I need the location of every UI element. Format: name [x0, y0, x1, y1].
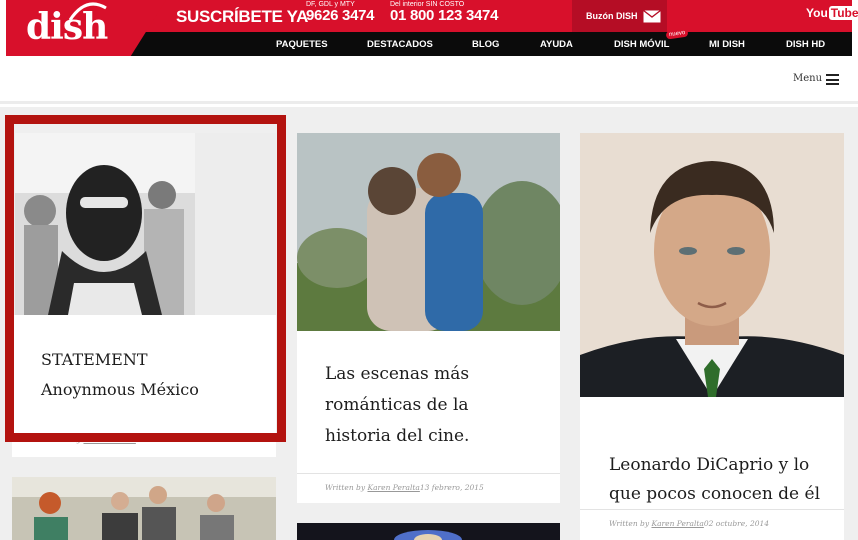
group-in-office-photo	[12, 477, 276, 540]
nav-blog[interactable]: BLOG	[472, 39, 499, 50]
post-card-movie[interactable]	[297, 523, 560, 540]
post-title-line2: románticas de la	[325, 395, 469, 415]
subscribe-cta[interactable]: SUSCRÍBETE YA	[176, 7, 308, 27]
post-title-line3: historia del cine.	[325, 426, 470, 446]
youtube-tube-label: Tube	[828, 6, 858, 20]
post-card-office-group[interactable]	[12, 477, 276, 540]
post-title-line1: Las escenas más	[325, 364, 470, 384]
post-title-line1: Leonardo DiCaprio y lo	[609, 455, 810, 475]
mailbox-button[interactable]: Buzón DISH	[572, 0, 667, 32]
post-author-link[interactable]: Karen Peralta	[651, 519, 703, 528]
phone-local-number[interactable]: 9626 3474	[306, 8, 375, 24]
nav-destacados[interactable]: DESTACADOS	[367, 39, 433, 50]
post-author-link[interactable]: Karen Peralta	[367, 483, 419, 492]
post-meta-prefix: Written by	[609, 519, 650, 528]
post-meta-prefix: Written by	[325, 483, 366, 492]
youtube-link[interactable]: You Tube	[806, 6, 858, 20]
card-divider	[297, 473, 560, 474]
post-card-dicaprio[interactable]: Leonardo DiCaprio y lo que pocos conocen…	[580, 133, 844, 540]
post-date: 02 octubre, 2014	[703, 519, 770, 528]
phone-toll-free-number[interactable]: 01 800 123 3474	[390, 8, 498, 24]
post-title-line2: que pocos conocen de él	[609, 484, 821, 504]
man-portrait-photo	[580, 133, 844, 397]
nav-paquetes[interactable]: PAQUETES	[276, 39, 328, 50]
nav-mi-dish[interactable]: MI DISH	[709, 39, 745, 50]
menu-label[interactable]: Menu	[793, 73, 822, 84]
movie-still-photo	[297, 523, 560, 540]
card-divider	[580, 509, 844, 510]
couple-kissing-in-rain-photo	[297, 133, 560, 331]
highlight-frame	[5, 115, 286, 442]
youtube-label: You	[806, 6, 828, 20]
mailbox-label: Buzón DISH	[586, 11, 638, 21]
main-nav: PAQUETES DESTACADOS BLOG AYUDA DISH MÓVI…	[126, 32, 852, 56]
menu-bar: Menu	[0, 58, 858, 104]
nav-dish-movil[interactable]: DISH MÓVIL	[614, 39, 669, 50]
post-date: 13 febrero, 2015	[419, 483, 484, 492]
logo-swoosh-icon	[68, 2, 107, 21]
nav-dish-hd[interactable]: DISH HD	[786, 39, 825, 50]
nav-ayuda[interactable]: AYUDA	[540, 39, 573, 50]
post-card-romantic-scenes[interactable]: Las escenas más románticas de la histori…	[297, 133, 560, 503]
hamburger-icon[interactable]	[826, 74, 839, 85]
phone-local: DF, GDL y MTY 9626 3474	[306, 1, 375, 24]
site-header: PAQUETES DESTACADOS BLOG AYUDA DISH MÓVI…	[6, 0, 858, 56]
phone-toll-free: Del interior SIN COSTO 01 800 123 3474	[390, 1, 498, 24]
envelope-icon	[642, 9, 661, 22]
